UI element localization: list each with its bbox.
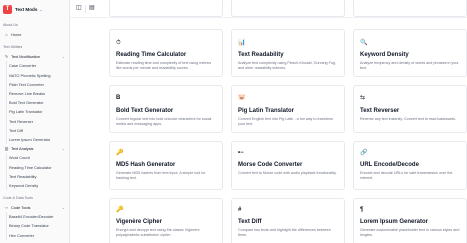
sidebar-group-text-modification[interactable]: ✎ Text Modification ⌄ [0,52,69,61]
sidebar-item[interactable]: Text Diff [0,126,69,135]
card-description: Encrypt and decrypt text using the class… [116,228,200,237]
bold-icon: B [116,95,121,101]
tool-card[interactable] [353,0,467,17]
section-label-about: About Us [3,23,18,27]
text-icon: ✎ [4,54,9,60]
sidebar-item[interactable]: Lorem Ipsum Generator [0,135,69,144]
card-title: Lorem Ipsum Generator [360,219,429,225]
sidebar-item[interactable]: NATO Phonetic Spelling [0,71,69,80]
card-description: Convert text to Morse code with audio pl… [238,171,337,175]
sidebar-item[interactable]: Plain Text Converter [0,80,69,89]
timer-icon: ⏱ [116,40,121,46]
sidebar-item[interactable]: Word Count [0,153,69,162]
tool-card-reading-time[interactable]: ⏱ Reading Time Calculator Estimate readi… [109,29,223,77]
chevron-down-icon: ⌄ [61,54,65,59]
sidebar-item[interactable]: Case Converter [0,61,69,70]
sidebar-group-label: Code Tools [11,205,31,211]
tool-card-morse-code[interactable]: •− Morse Code Converter Convert text to … [231,141,345,190]
sidebar-subitems-text-analysis: Word Count Reading Time Calculator Text … [0,153,69,190]
divider [85,5,86,13]
card-description: Encode and decode URLs for safe transmis… [360,171,453,180]
sidebar-item[interactable]: Binary Code Translator [0,221,69,230]
sidebar-item[interactable]: Pig Latin Translator [0,107,69,116]
tool-card-md5-hash[interactable]: 🔑 MD5 Hash Generator Generate MD5 hashes… [109,141,223,190]
chart-icon: ▥ [4,146,9,152]
card-description: Analyze frequency and density of words a… [360,61,459,70]
card-title: Bold Text Generator [116,108,174,114]
sidebar-item[interactable]: Remove Line Breaks [0,89,69,98]
card-description: Reverse any text instantly. Convert text… [360,117,457,121]
card-description: Convert regular text into bold unicode c… [116,117,212,126]
sidebar-group-label: Text Analysis [11,146,34,152]
diff-icon: # [238,207,242,213]
card-description: Convert English text into Pig Latin - a … [238,117,334,126]
page-icon: ▤ [89,5,95,11]
card-description: Generate customizable placeholder text i… [360,228,460,237]
sidebar-item[interactable]: Keyword Density [0,181,69,190]
tool-card-vigenere[interactable]: 🔑 Vigenère Cipher Encrypt and decrypt te… [109,198,223,243]
card-title: Morse Code Converter [238,162,303,168]
card-title: Vigenère Cipher [116,219,162,225]
key-icon: 🔑 [116,150,124,156]
app-logo-icon: T [3,4,12,14]
card-title: Text Readability [238,52,284,58]
sidebar-group-label: Text Modification [11,54,40,60]
chevron-down-icon: ⌄ [61,146,65,151]
home-icon: ⌂ [5,32,8,38]
code-icon: ‹› [5,205,8,211]
chevron-down-icon: ⌄ [61,205,65,210]
reverse-icon: ⇆ [360,95,366,101]
sidebar-group-text-analysis[interactable]: ▥ Text Analysis ⌄ [0,144,69,153]
tool-card-keyword-density[interactable]: 🔍 Keyword Density Analyze frequency and … [353,29,467,77]
sidebar-subitems-text-modification: Case Converter NATO Phonetic Spelling Pl… [0,61,69,144]
sidebar: T Text Mods ⌄ About Us ⌂ Home Text Utili… [0,0,70,243]
key-icon: 🔑 [116,207,124,213]
tool-card-pig-latin[interactable]: 🐷 Pig Latin Translator Convert English t… [231,85,345,133]
sidebar-item[interactable]: Text Reverser [0,117,69,126]
tool-card-text-reverser[interactable]: ⇆ Text Reverser Reverse any text instant… [353,85,467,133]
paragraph-icon: ¶ [360,207,364,213]
tool-card-text-diff[interactable]: # Text Diff Compare two texts and highli… [231,198,345,243]
section-label-code: Code & Data Tools [3,196,33,200]
tool-card-lorem-ipsum[interactable]: ¶ Lorem Ipsum Generator Generate customi… [353,198,467,243]
tool-card-bold-text[interactable]: B Bold Text Generator Convert regular te… [109,85,223,133]
tool-card-text-readability[interactable]: 📊 Text Readability Analyze text complexi… [231,29,345,77]
sidebar-item-home[interactable]: ⌂ Home [0,30,69,39]
sidebar-item[interactable]: Bold Text Generator [0,98,69,107]
card-title: MD5 Hash Generator [116,162,176,168]
app-name: Text Mods [15,6,38,12]
chevron-down-icon: ⌄ [39,6,43,12]
card-title: Reading Time Calculator [116,52,187,58]
card-title: Pig Latin Translator [238,108,295,114]
section-label-utilities: Text Utilities [3,45,23,50]
card-description: Analyze text complexity using Flesch-Kin… [238,61,336,70]
card-title: URL Encode/Decode [360,162,419,168]
brand[interactable]: T Text Mods ⌄ [0,1,69,17]
sidebar-toggle-icon[interactable]: ◫ [76,5,82,12]
card-title: Text Diff [238,219,262,225]
pig-icon: 🐷 [238,95,246,101]
tool-card[interactable] [231,0,345,17]
morse-icon: •− [238,150,244,156]
sidebar-item[interactable]: Reading Time Calculator [0,162,69,171]
card-description: Estimate reading time and complexity of … [116,61,212,70]
sidebar-item[interactable]: Text Readability [0,172,69,181]
link-icon: 🔗 [360,150,368,156]
card-title: Keyword Density [360,52,409,58]
tool-card-url-encode[interactable]: 🔗 URL Encode/Decode Encode and decode UR… [353,141,467,190]
chart-icon: 📊 [238,40,246,46]
sidebar-item[interactable]: Base64 Encoder/Decoder [0,212,69,221]
card-description: Generate MD5 hashes from text input. A s… [116,171,206,180]
card-description: Compare two texts and highlight the diff… [238,228,331,237]
card-title: Text Reverser [360,108,400,114]
tool-card[interactable] [109,0,223,17]
sidebar-group-code-tools[interactable]: ‹› Code Tools ⌄ [0,203,69,212]
sidebar-item[interactable]: Hex Converter [0,231,69,240]
search-icon: 🔍 [360,40,368,46]
sidebar-subitems-code-tools: Base64 Encoder/Decoder Binary Code Trans… [0,212,69,240]
sidebar-item-label: Home [11,32,22,38]
